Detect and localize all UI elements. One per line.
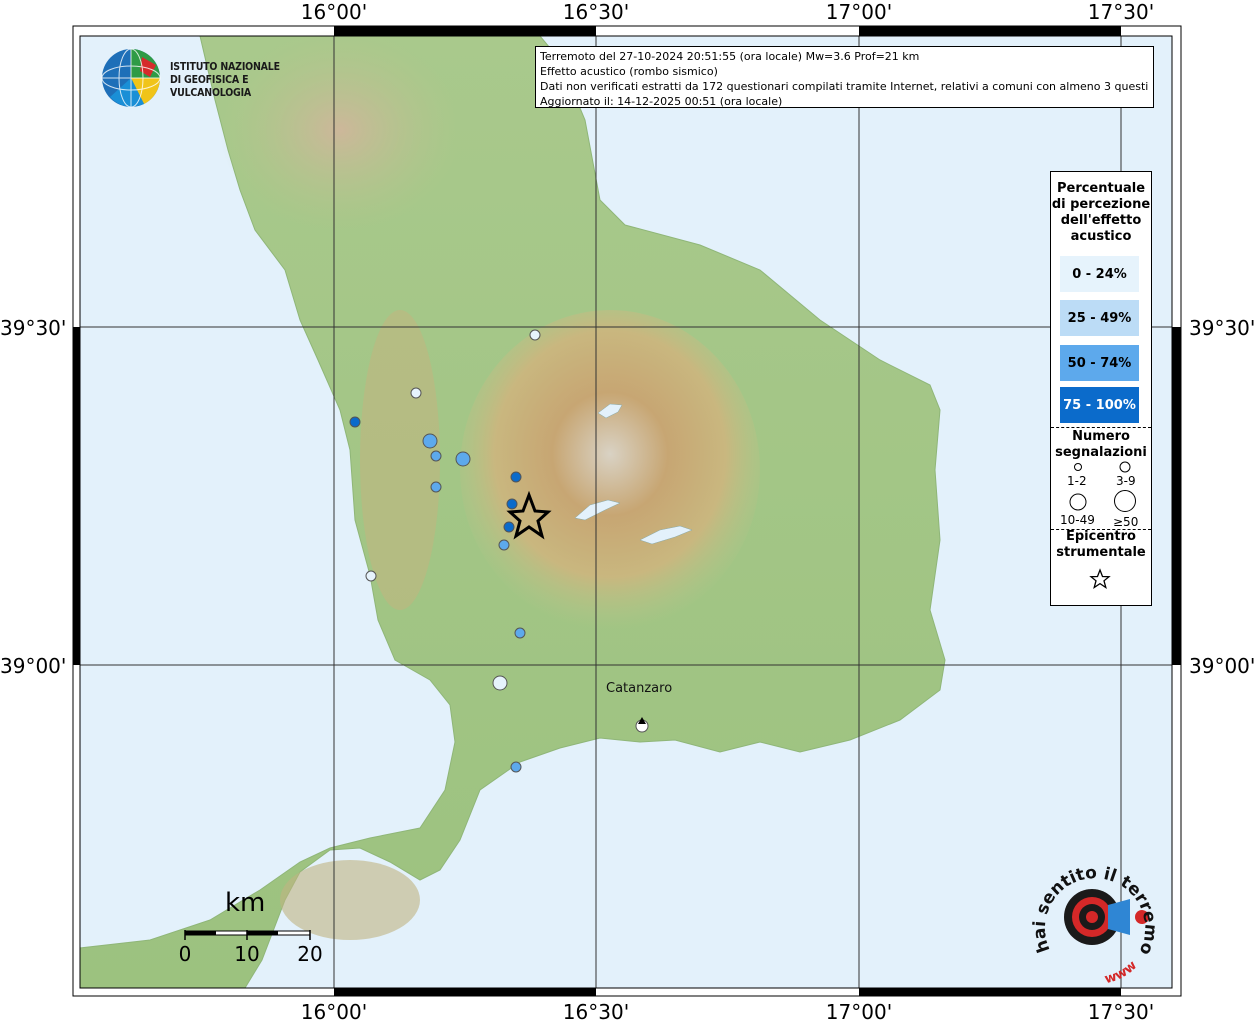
event-updated: Aggiornato il: 14-12-2025 00:51 (ora loc…	[540, 95, 783, 108]
legend: Percentuale di percezione dell'effetto a…	[1050, 171, 1152, 606]
tick-right-2: 39°00'	[1189, 654, 1254, 678]
tick-bottom-1: 16°00'	[300, 1000, 368, 1024]
legend-divider	[1051, 427, 1151, 428]
logo-line-1: ISTITUTO NAZIONALE	[170, 61, 280, 73]
legend-class-0: 0 - 24%	[1060, 256, 1139, 292]
globe-icon	[101, 48, 161, 108]
city-label-catanzaro: Catanzaro	[606, 681, 673, 696]
tick-left-1: 39°30'	[0, 316, 67, 340]
obs-point	[422, 433, 438, 449]
legend-class-2: 50 - 74%	[1060, 345, 1139, 381]
scale-label-20: 20	[297, 942, 323, 966]
scale-label-0: 0	[178, 942, 192, 966]
legend-title-2: di percezione	[1051, 197, 1151, 212]
obs-point	[506, 498, 518, 510]
tick-bottom-4: 17°30'	[1087, 1000, 1155, 1024]
obs-point	[492, 675, 508, 691]
tick-top-1: 16°00'	[300, 0, 368, 24]
obs-point	[430, 481, 442, 493]
tick-top-2: 16°30'	[562, 0, 630, 24]
legend-class-1: 25 - 49%	[1060, 300, 1139, 336]
obs-point	[510, 471, 522, 483]
event-subtitle: Effetto acustico (rombo sismico)	[540, 65, 718, 78]
scale-bar-labels: km 0 10 20	[170, 888, 330, 978]
legend-count-title-1: Numero	[1072, 429, 1130, 444]
legend-title-1: Percentuale	[1056, 181, 1146, 196]
tick-right-1: 39°30'	[1189, 316, 1254, 340]
scale-label-10: 10	[234, 942, 260, 966]
logo-line-2: DI GEOFISICA E VULCANOLOGIA	[170, 74, 252, 99]
event-data-note: Dati non verificati estratti da 172 ques…	[540, 80, 1149, 93]
legend-size-symbols	[1069, 461, 1136, 512]
tick-left-2: 39°00'	[0, 654, 67, 678]
legend-count-4: ≥50	[1113, 515, 1139, 529]
tick-top-3: 17°00'	[825, 0, 893, 24]
obs-point	[430, 450, 442, 462]
event-title: Terremoto del 27-10-2024 20:51:55 (ora l…	[540, 50, 920, 63]
sila-highlands	[460, 310, 760, 630]
legend-title-3: dell'effetto	[1060, 213, 1142, 228]
tick-bottom-3: 17°00'	[825, 1000, 893, 1024]
legend-count-3: 10-49	[1060, 513, 1095, 527]
obs-point	[498, 539, 510, 551]
legend-count-1: 1-2	[1067, 474, 1087, 488]
legend-epi-title-2: strumentale	[1056, 545, 1146, 560]
legend-star-icon	[1089, 568, 1111, 590]
obs-point	[455, 451, 471, 467]
obs-point	[365, 570, 377, 582]
ingv-logo: ISTITUTO NAZIONALE DI GEOFISICA E VULCAN…	[100, 47, 320, 111]
obs-point	[529, 329, 541, 341]
legend-class-3: 75 - 100%	[1060, 387, 1139, 423]
event-info-box: Terremoto del 27-10-2024 20:51:55 (ora l…	[535, 46, 1154, 108]
obs-point	[410, 387, 422, 399]
legend-title-4: acustico	[1070, 229, 1132, 244]
haisentito-logo: hai sentito il terremoto.it www.	[1024, 840, 1160, 987]
tick-bottom-2: 16°30'	[562, 1000, 630, 1024]
obs-point	[514, 627, 526, 639]
tick-top-4: 17°30'	[1087, 0, 1155, 24]
obs-point	[503, 521, 515, 533]
legend-epi-title-1: Epicentro	[1066, 529, 1136, 544]
legend-count-2: 3-9	[1116, 474, 1136, 488]
obs-point	[510, 761, 522, 773]
coastal-range	[360, 310, 440, 610]
obs-point	[349, 416, 361, 428]
megaphone-icon	[1108, 899, 1130, 935]
scale-unit: km	[225, 888, 266, 918]
